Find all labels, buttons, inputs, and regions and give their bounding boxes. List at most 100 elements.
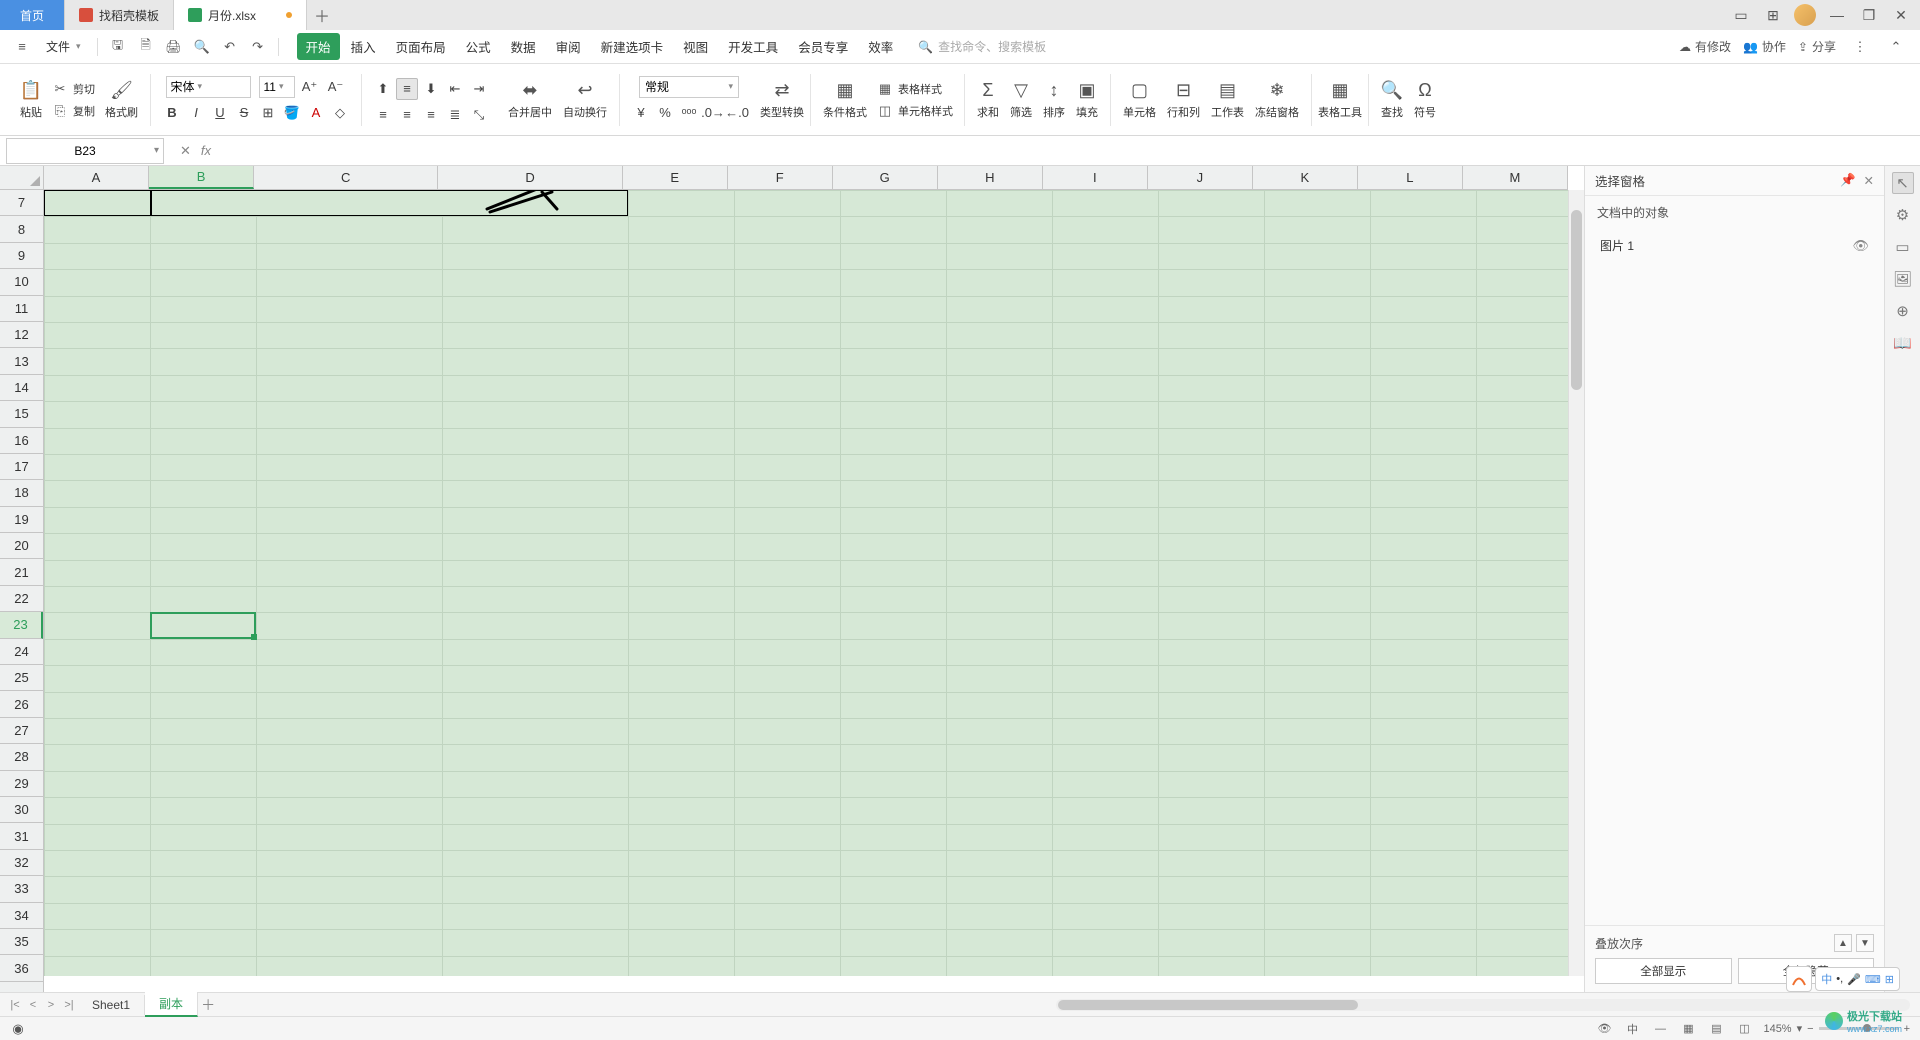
close-icon[interactable]: ✕ (1890, 4, 1912, 26)
formula-input[interactable] (221, 139, 1920, 163)
apps-icon[interactable]: ⊞ (1762, 4, 1784, 26)
tab-document[interactable]: 月份.xlsx (174, 0, 307, 30)
ime-keyboard-icon[interactable]: ⌨ (1865, 973, 1881, 986)
row-header[interactable]: 15 (0, 401, 43, 427)
row-header[interactable]: 35 (0, 929, 43, 955)
pin-icon[interactable]: 📌 (1840, 173, 1856, 188)
row-header[interactable]: 34 (0, 903, 43, 929)
ime-logo-icon[interactable] (1786, 966, 1812, 992)
percent-icon[interactable]: % (654, 102, 676, 124)
row-header[interactable]: 30 (0, 797, 43, 823)
select-icon[interactable]: ▭ (1892, 236, 1914, 258)
save-icon[interactable]: 🖫 (106, 35, 130, 59)
tab-efficiency[interactable]: 效率 (859, 33, 902, 60)
next-sheet-icon[interactable]: > (42, 996, 60, 1014)
column-header[interactable]: F (728, 166, 833, 189)
chevron-down-icon[interactable]: ▾ (154, 145, 159, 156)
row-header[interactable]: 19 (0, 507, 43, 533)
tab-member[interactable]: 会员专享 (789, 33, 857, 60)
add-tab-button[interactable]: ＋ (307, 3, 337, 27)
decrease-font-icon[interactable]: A⁻ (325, 76, 347, 98)
column-header[interactable]: H (938, 166, 1043, 189)
cell-grid[interactable] (44, 190, 1568, 976)
record-icon[interactable]: ◉ (10, 1021, 26, 1037)
column-header[interactable]: D (438, 166, 622, 189)
ime-lang-icon[interactable]: 中 (1821, 971, 1832, 987)
vertical-scrollbar[interactable] (1568, 190, 1584, 976)
font-size-combo[interactable]: 11▾ (259, 76, 295, 98)
image-icon[interactable]: 🖼 (1892, 268, 1914, 290)
row-header[interactable]: 36 (0, 955, 43, 981)
column-header[interactable]: L (1358, 166, 1463, 189)
tab-layout[interactable]: 页面布局 (387, 33, 455, 60)
dec-inc-icon[interactable]: .0→ (702, 102, 724, 124)
row-header[interactable]: 16 (0, 428, 43, 454)
find-button[interactable]: 🔍查找 (1377, 78, 1407, 122)
row-header[interactable]: 25 (0, 665, 43, 691)
tab-templates[interactable]: 找稻壳模板 (65, 0, 174, 30)
page-view-icon[interactable]: ▤ (1707, 1020, 1725, 1038)
more-icon[interactable]: ⋮ (1848, 35, 1872, 59)
tab-formula[interactable]: 公式 (457, 33, 500, 60)
close-panel-icon[interactable]: ✕ (1864, 173, 1874, 188)
column-header[interactable]: M (1463, 166, 1568, 189)
ime-toolbar[interactable]: 中 •, 🎤 ⌨ ⊞ (1815, 967, 1900, 991)
cancel-fx-icon[interactable]: ✕ (180, 143, 191, 159)
align-right-icon[interactable]: ≡ (420, 104, 442, 126)
type-convert-button[interactable]: ⇄类型转换 (756, 78, 808, 122)
column-header[interactable]: B (149, 166, 254, 189)
tab-data[interactable]: 数据 (502, 33, 545, 60)
row-header[interactable]: 8 (0, 216, 43, 242)
collapse-ribbon-icon[interactable]: ⌃ (1884, 35, 1908, 59)
cut-button[interactable]: ✂剪切 (49, 78, 98, 100)
ime-grid-icon[interactable]: ⊞ (1885, 973, 1894, 986)
increase-font-icon[interactable]: A⁺ (299, 76, 321, 98)
table-style-button[interactable]: ▦表格样式 (874, 78, 956, 100)
minimize-icon[interactable]: — (1826, 4, 1848, 26)
symbol-button[interactable]: Ω符号 (1410, 78, 1440, 122)
horizontal-scrollbar[interactable] (1056, 999, 1910, 1011)
fill-color-button[interactable]: 🪣 (281, 102, 303, 124)
fill-button[interactable]: ▣填充 (1072, 78, 1102, 122)
grid-view-icon[interactable]: ▦ (1679, 1020, 1697, 1038)
row-header[interactable]: 24 (0, 639, 43, 665)
select-all-corner[interactable] (0, 166, 44, 190)
column-header[interactable]: K (1253, 166, 1358, 189)
cell-button[interactable]: ▢单元格 (1119, 78, 1160, 122)
row-header[interactable]: 29 (0, 771, 43, 797)
saveas-icon[interactable]: 🗎 (134, 35, 158, 59)
row-header[interactable]: 21 (0, 559, 43, 585)
scrollbar-thumb[interactable] (1058, 1000, 1358, 1010)
preview-icon[interactable]: 🔍 (190, 35, 214, 59)
location-icon[interactable]: ⊕ (1892, 300, 1914, 322)
last-sheet-icon[interactable]: >| (60, 996, 78, 1014)
changes-indicator[interactable]: ☁有修改 (1679, 38, 1731, 55)
row-header[interactable]: 27 (0, 718, 43, 744)
clear-format-button[interactable]: ◇ (329, 102, 351, 124)
align-center-icon[interactable]: ≡ (396, 104, 418, 126)
row-header[interactable]: 26 (0, 691, 43, 717)
row-header[interactable]: 33 (0, 876, 43, 902)
row-header[interactable]: 12 (0, 322, 43, 348)
send-backward-button[interactable]: ▼ (1856, 934, 1874, 952)
merge-button[interactable]: ⬌合并居中 (504, 78, 556, 122)
indent-increase-icon[interactable]: ⇥ (468, 78, 490, 100)
filter-button[interactable]: ▽筛选 (1006, 78, 1036, 122)
font-color-button[interactable]: A (305, 102, 327, 124)
border-button[interactable]: ⊞ (257, 102, 279, 124)
pointer-icon[interactable]: ↖ (1892, 172, 1914, 194)
undo-icon[interactable]: ↶ (218, 35, 242, 59)
copy-button[interactable]: ⎘复制 (49, 100, 98, 122)
column-header[interactable]: I (1043, 166, 1148, 189)
home-tab[interactable]: 首页 (0, 0, 65, 30)
share-button[interactable]: ⇪分享 (1798, 38, 1836, 55)
sheet-tab[interactable]: 副本 (145, 992, 198, 1017)
currency-icon[interactable]: ¥ (630, 102, 652, 124)
show-all-button[interactable]: 全部显示 (1595, 958, 1732, 984)
column-header[interactable]: E (623, 166, 728, 189)
indent-decrease-icon[interactable]: ⇤ (444, 78, 466, 100)
tab-insert[interactable]: 插入 (342, 33, 385, 60)
settings-icon[interactable]: ⚙ (1892, 204, 1914, 226)
bold-button[interactable]: B (161, 102, 183, 124)
format-painter-button[interactable]: 🖌 格式刷 (101, 78, 142, 122)
